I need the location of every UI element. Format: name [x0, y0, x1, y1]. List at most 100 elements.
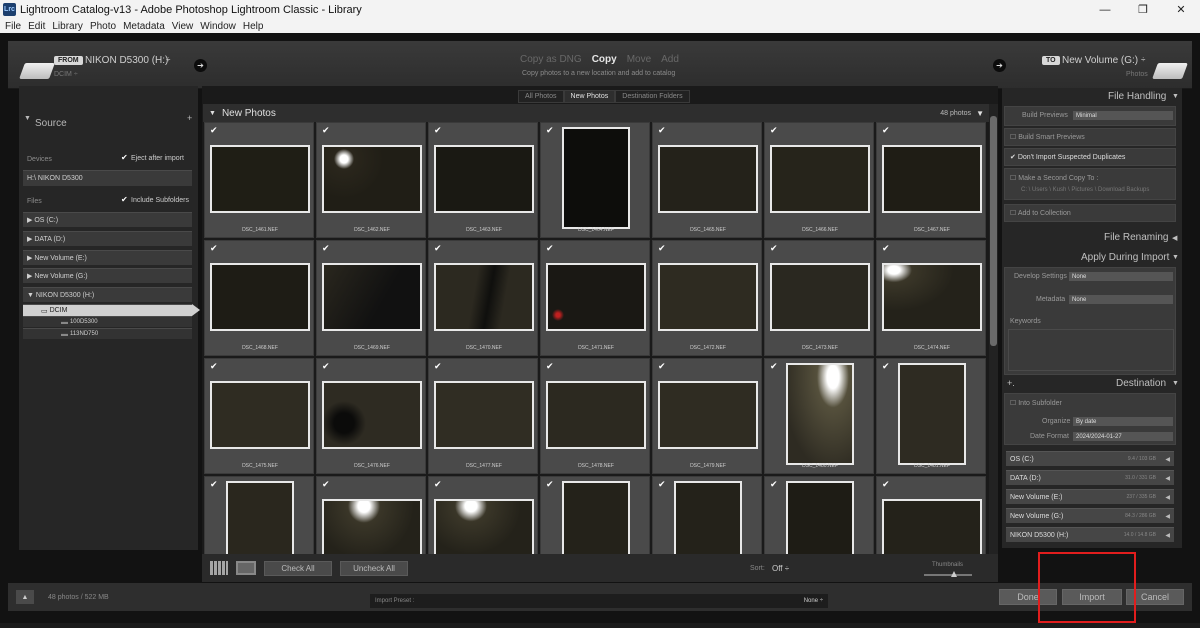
mode-move[interactable]: Move: [627, 54, 651, 65]
destination-dropdown-icon[interactable]: ÷: [1141, 55, 1145, 64]
checkmark-icon[interactable]: ✔: [658, 125, 666, 136]
source-dropdown-icon[interactable]: ÷: [166, 55, 170, 64]
photo-cell-1462[interactable]: ✔ DSC_1462.NEF: [316, 122, 426, 238]
checkmark-icon[interactable]: ✔: [434, 361, 442, 372]
mode-add[interactable]: Add: [661, 54, 679, 65]
organize-dropdown[interactable]: By date: [1073, 417, 1173, 426]
photo-cell-1475[interactable]: ✔ DSC_1475.NEF: [204, 358, 314, 474]
file-renaming-expand-icon[interactable]: ◀: [1172, 234, 1196, 242]
photo-thumbnail[interactable]: [546, 263, 646, 331]
checkmark-icon[interactable]: ✔: [658, 361, 666, 372]
photo-thumbnail[interactable]: [226, 481, 294, 554]
photo-thumbnail[interactable]: [674, 481, 742, 554]
menu-window[interactable]: Window: [200, 21, 236, 32]
import-preset-dropdown[interactable]: None ÷: [804, 598, 823, 604]
menu-file[interactable]: File: [5, 21, 21, 32]
checkmark-icon[interactable]: ✔: [322, 479, 330, 490]
apply-during-import-collapse-icon[interactable]: ▼: [1172, 254, 1196, 261]
into-subfolder-checkbox[interactable]: ☐ Into Subfolder: [1010, 399, 1062, 407]
mode-copy-as-dng[interactable]: Copy as DNG: [520, 54, 582, 65]
photo-cell-1472[interactable]: ✔ DSC_1472.NEF: [652, 240, 762, 356]
drive-nikon-h[interactable]: ▼ NIKON D5300 (H:): [23, 287, 192, 302]
photo-cell-1465[interactable]: ✔ DSC_1465.NEF: [652, 122, 762, 238]
folder-dcim[interactable]: ▭ DCIM: [23, 304, 192, 316]
photo-thumbnail[interactable]: [882, 263, 982, 331]
drive-new-volume-e[interactable]: ▶ New Volume (E:): [23, 250, 192, 265]
menu-help[interactable]: Help: [243, 21, 264, 32]
photo-cell[interactable]: ✔: [652, 476, 762, 554]
uncheck-all-button[interactable]: Uncheck All: [340, 561, 408, 576]
photo-thumbnail[interactable]: [322, 381, 422, 449]
import-preset-bar[interactable]: Import Preset : None ÷: [370, 594, 828, 608]
photo-thumbnail[interactable]: [546, 381, 646, 449]
photo-cell-1480[interactable]: ✔ DSC_1480.NEF: [764, 358, 874, 474]
tab-destination-folders[interactable]: Destination Folders: [615, 90, 690, 103]
keywords-input[interactable]: [1008, 329, 1174, 371]
scrollbar-thumb[interactable]: [990, 116, 997, 346]
second-copy-path[interactable]: C: \ Users \ Kush \ Pictures \ Download …: [1021, 187, 1149, 193]
check-all-button[interactable]: Check All: [264, 561, 332, 576]
checkmark-icon[interactable]: ✔: [770, 479, 778, 490]
tab-all-photos[interactable]: All Photos: [518, 90, 564, 103]
folder-100d5300[interactable]: ▬ 100D5300: [23, 316, 192, 327]
checkmark-icon[interactable]: ✔: [546, 361, 554, 372]
checkmark-icon[interactable]: ✔: [434, 125, 442, 136]
photo-thumbnail[interactable]: [882, 499, 982, 554]
menu-library[interactable]: Library: [52, 21, 83, 32]
build-smart-previews-checkbox[interactable]: ☐ Build Smart Previews: [1010, 133, 1085, 141]
photo-thumbnail[interactable]: [322, 263, 422, 331]
file-renaming-header[interactable]: File Renaming: [1104, 232, 1174, 243]
destination-name[interactable]: New Volume (G:): [1062, 55, 1138, 66]
photo-thumbnail[interactable]: [658, 263, 758, 331]
photo-thumbnail[interactable]: [210, 145, 310, 213]
photo-cell-1461[interactable]: ✔ DSC_1461.NEF: [204, 122, 314, 238]
menu-view[interactable]: View: [172, 21, 194, 32]
second-copy-checkbox[interactable]: ☐ Make a Second Copy To :: [1010, 174, 1098, 182]
photo-cell-1479[interactable]: ✔ DSC_1479.NEF: [652, 358, 762, 474]
photo-cell-1474[interactable]: ✔ DSC_1474.NEF: [876, 240, 986, 356]
thumbnail-slider-handle[interactable]: [951, 571, 957, 577]
checkmark-icon[interactable]: ✔: [658, 243, 666, 254]
minimize-button[interactable]: —: [1086, 0, 1124, 19]
checkmark-icon[interactable]: ✔: [882, 361, 890, 372]
source-name[interactable]: NIKON D5300 (H:): [85, 55, 168, 66]
checkmark-icon[interactable]: ✔: [322, 125, 330, 136]
build-previews-dropdown[interactable]: Minimal: [1073, 111, 1173, 120]
file-handling-collapse-icon[interactable]: ▼: [1172, 93, 1196, 100]
grid-view-icon[interactable]: [210, 561, 228, 575]
photo-cell-1467[interactable]: ✔ DSC_1467.NEF: [876, 122, 986, 238]
dest-volume-new-volume-e[interactable]: New Volume (E:) 237 / 335 GB ◀: [1006, 489, 1174, 504]
photo-thumbnail[interactable]: [434, 381, 534, 449]
photo-cell[interactable]: ✔: [204, 476, 314, 554]
drive-os-c[interactable]: ▶ OS (C:): [23, 212, 192, 227]
mode-copy[interactable]: Copy: [592, 54, 617, 65]
photo-thumbnail[interactable]: [882, 145, 982, 213]
dest-volume-nikon-h[interactable]: NIKON D5300 (H:) 14.0 / 14.8 GB ◀: [1006, 527, 1174, 542]
checkmark-icon[interactable]: ✔: [882, 479, 890, 490]
add-to-collection-checkbox[interactable]: ☐ Add to Collection: [1010, 209, 1071, 217]
dest-volume-data-d[interactable]: DATA (D:) 31.0 / 331 GB ◀: [1006, 470, 1174, 485]
photo-thumbnail[interactable]: [770, 263, 870, 331]
thumbnail-size-slider[interactable]: [924, 574, 972, 576]
photo-thumbnail[interactable]: [658, 145, 758, 213]
checkmark-icon[interactable]: ✔: [770, 361, 778, 372]
checkmark-icon[interactable]: ✔: [434, 243, 442, 254]
device-row[interactable]: H:\ NIKON D5300: [23, 170, 192, 186]
photo-count-dropdown-icon[interactable]: ▼: [976, 109, 984, 118]
photo-cell-1469[interactable]: ✔ DSC_1469.NEF: [316, 240, 426, 356]
photo-cell-1463[interactable]: ✔ DSC_1463.NEF: [428, 122, 538, 238]
checkmark-icon[interactable]: ✔: [546, 243, 554, 254]
develop-settings-dropdown[interactable]: None: [1069, 272, 1173, 281]
photo-cell[interactable]: ✔: [764, 476, 874, 554]
menu-edit[interactable]: Edit: [28, 21, 45, 32]
checkmark-icon[interactable]: ✔: [210, 479, 218, 490]
photo-thumbnail[interactable]: [322, 145, 422, 213]
checkmark-icon[interactable]: ✔: [882, 243, 890, 254]
tab-new-photos[interactable]: New Photos: [563, 90, 616, 103]
checkmark-icon[interactable]: ✔: [882, 125, 890, 136]
photo-cell-1468[interactable]: ✔ DSC_1468.NEF: [204, 240, 314, 356]
checkmark-icon[interactable]: ✔: [658, 479, 666, 490]
apply-during-import-header[interactable]: Apply During Import: [1081, 252, 1174, 263]
drive-data-d[interactable]: ▶ DATA (D:): [23, 231, 192, 246]
photo-cell-1464[interactable]: ✔ DSC_1464.NEF: [540, 122, 650, 238]
